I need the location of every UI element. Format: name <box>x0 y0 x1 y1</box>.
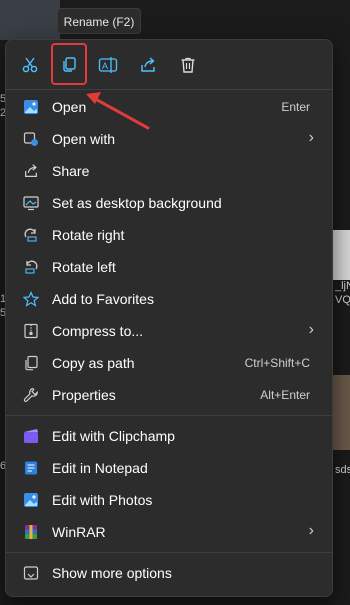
annotation-arrow <box>86 92 150 130</box>
